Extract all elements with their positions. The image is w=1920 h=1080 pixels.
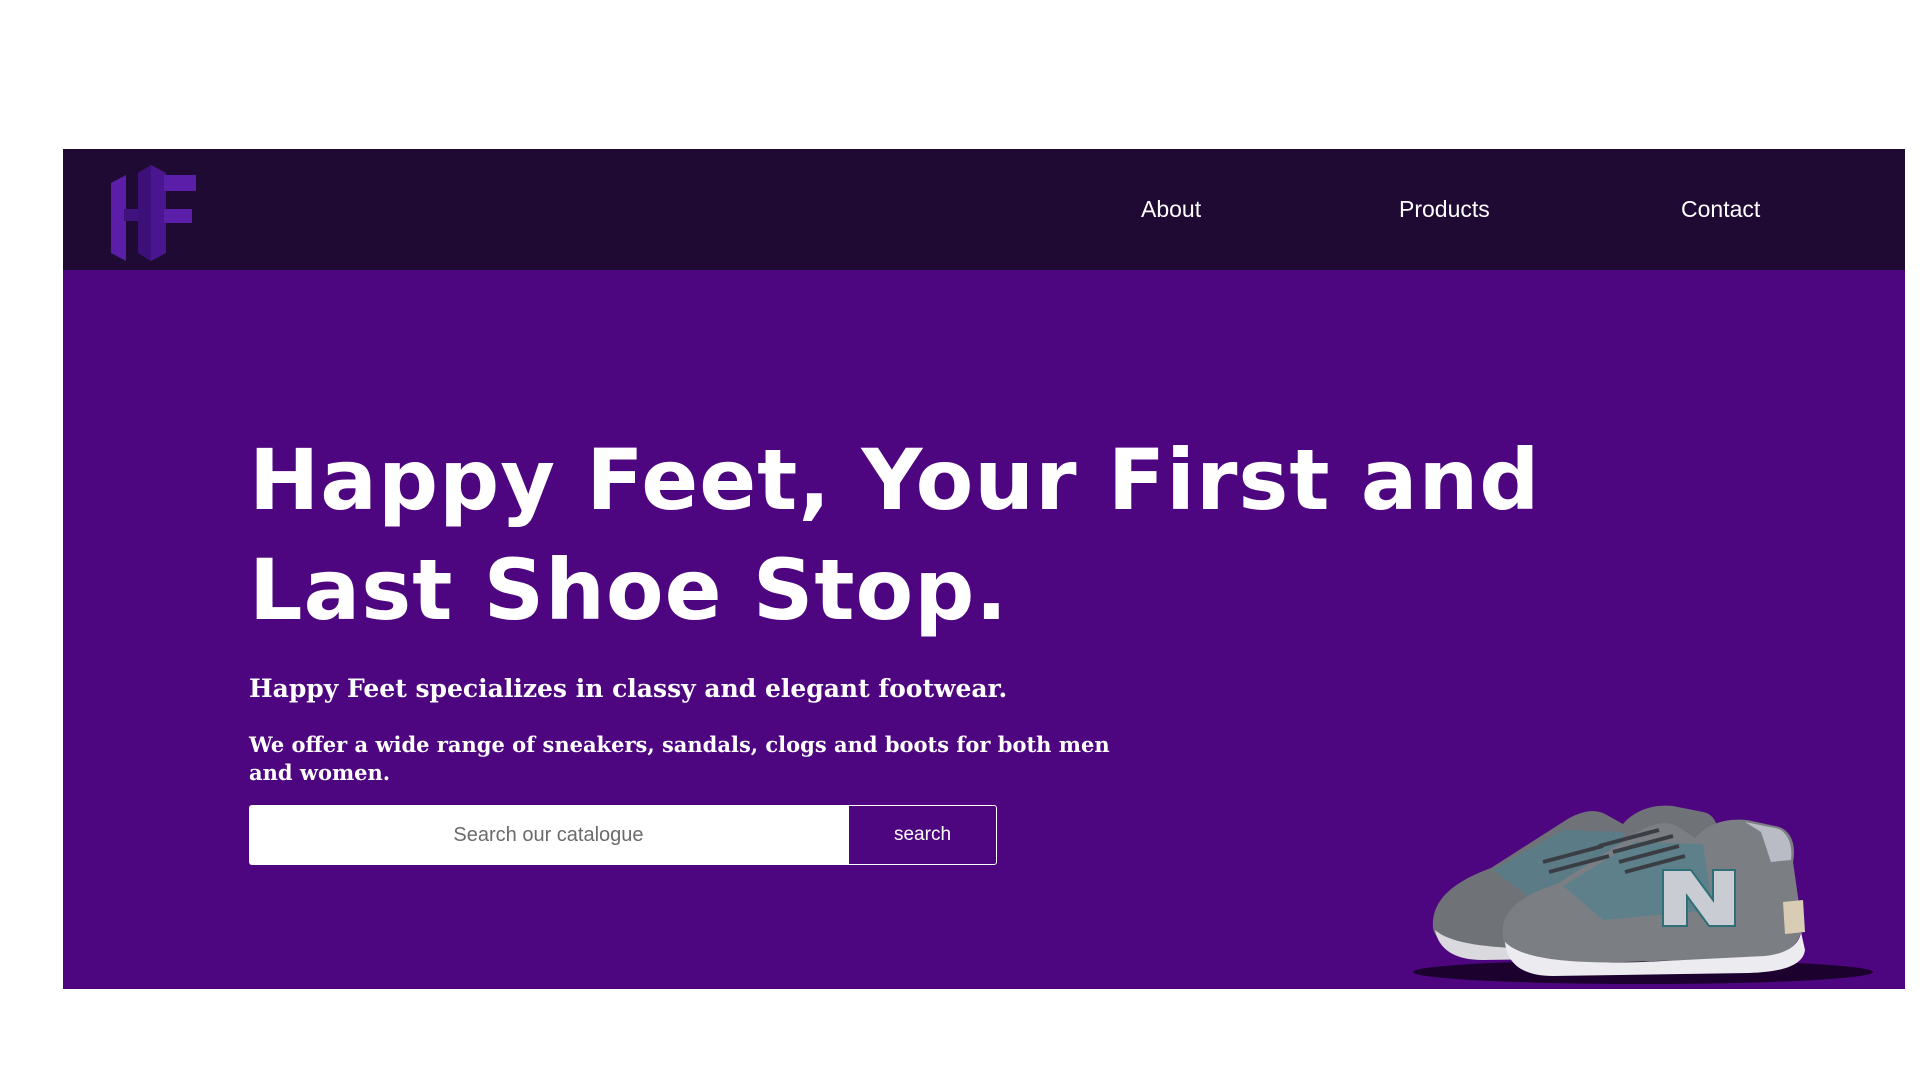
sneaker-pair-image [1413, 805, 1873, 984]
navbar: About Products Contact [63, 149, 1905, 270]
hero-section: Happy Feet, Your First and Last Shoe Sto… [63, 270, 1905, 989]
page-frame: About Products Contact Happy Feet, Your … [63, 149, 1905, 989]
nav-products-link[interactable]: Products [1399, 195, 1490, 223]
search-input[interactable] [249, 805, 848, 865]
search-button[interactable]: search [848, 805, 997, 865]
nav-about-link[interactable]: About [1141, 195, 1201, 223]
nav-contact-link[interactable]: Contact [1681, 195, 1760, 223]
hero-description: We offer a wide range of sneakers, sanda… [249, 732, 1110, 785]
hero-headline: Happy Feet, Your First and Last Shoe Sto… [249, 431, 1541, 639]
hero-subtitle: Happy Feet specializes in classy and ele… [249, 674, 1008, 703]
search-form: search [249, 805, 997, 865]
hf-monogram-logo[interactable] [108, 163, 198, 263]
